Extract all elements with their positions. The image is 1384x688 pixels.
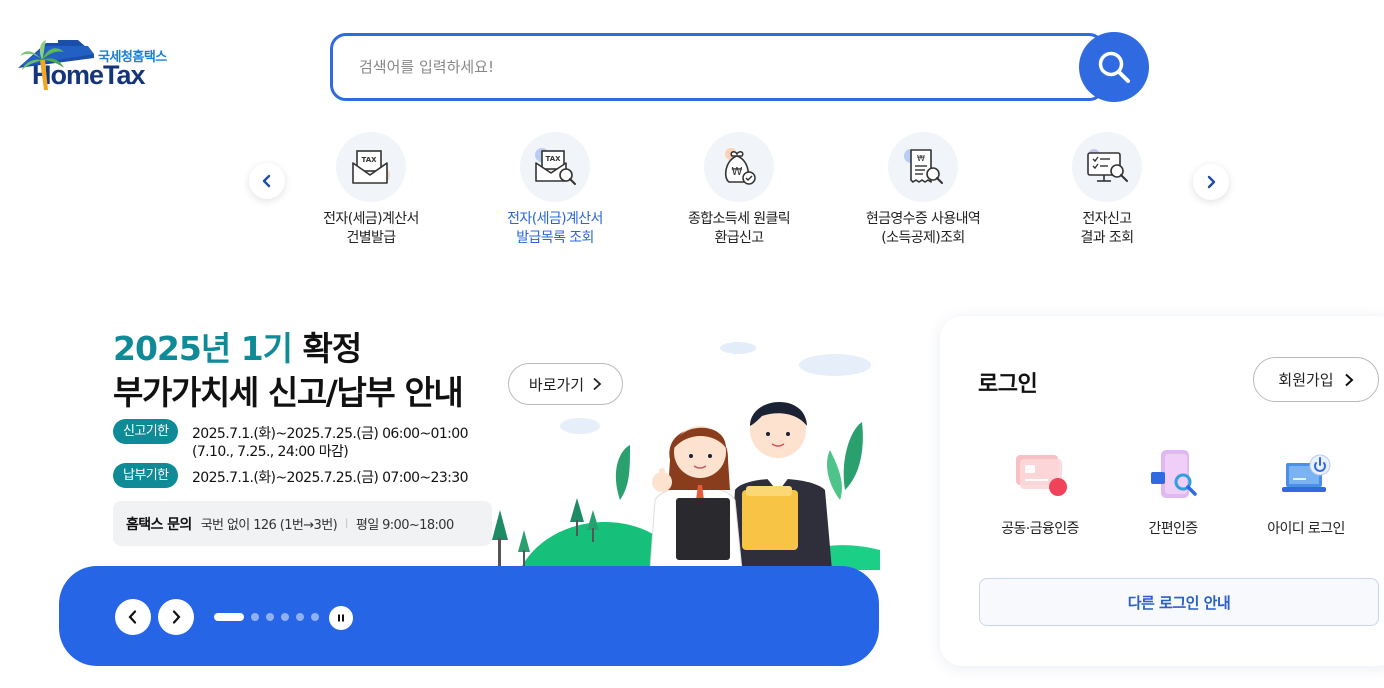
quick-menu-label: 전자(세금)계산서 건별발급 (323, 211, 419, 246)
hometax-inquiry-box: 홈택스 문의 국번 없이 126 (1번→3번) | 평일 9:00~18:00 (113, 501, 492, 546)
certificate-card-icon (1010, 448, 1070, 504)
banner-prev-button[interactable] (115, 599, 151, 635)
svg-text:₩: ₩ (917, 154, 925, 163)
login-option-simple-auth[interactable]: 간편인증 (1108, 448, 1238, 538)
login-option-label: 간편인증 (1148, 521, 1198, 537)
banner-title-rest: 확정 (292, 329, 363, 368)
login-option-label: 아이디 로그인 (1267, 521, 1345, 537)
quick-menu-item-income-refund[interactable]: ₩ 종합소득세 원클릭 환급신고 (654, 132, 824, 248)
receipt-search-icon: ₩ (888, 132, 958, 202)
other-login-guide-button[interactable]: 다른 로그인 안내 (979, 578, 1379, 626)
search-button[interactable] (1079, 32, 1149, 102)
simple-auth-phone-icon (1143, 448, 1203, 504)
search-box (330, 33, 1105, 101)
signup-button[interactable]: 회원가입 (1253, 357, 1379, 402)
filing-deadline-tag: 신고기한 (113, 419, 179, 444)
pagination-dot[interactable] (311, 613, 319, 621)
payment-deadline-text: 2025.7.1.(화)~2025.7.25.(금) 07:00~23:30 (192, 470, 469, 486)
banner-title-line1: 2025년 1기 확정 (113, 322, 363, 370)
quick-menu-item-cash-receipt[interactable]: ₩ 현금영수증 사용내역 (소득공제)조회 (838, 132, 1008, 248)
tax-staff-illustration-icon (492, 342, 880, 570)
inquiry-hours: 평일 9:00~18:00 (355, 518, 454, 533)
search-input[interactable] (333, 36, 1102, 98)
banner-pause-button[interactable] (329, 606, 353, 630)
signup-label: 회원가입 (1278, 371, 1334, 389)
pause-icon (338, 614, 344, 622)
login-option-label: 공동·금융인증 (1001, 521, 1079, 537)
quick-menu-item-invoice-issue[interactable]: TAX 전자(세금)계산서 건별발급 (286, 132, 456, 248)
id-login-laptop-icon (1276, 448, 1336, 504)
login-option-certificate[interactable]: 공동·금융인증 (975, 448, 1105, 538)
pagination-dot[interactable] (281, 613, 289, 621)
login-title: 로그인 (978, 372, 1038, 397)
chevron-left-icon (262, 174, 271, 188)
banner-next-button[interactable] (158, 599, 194, 635)
svg-text:₩: ₩ (732, 165, 743, 178)
quick-menu-label: 전자(세금)계산서 발급목록 조회 (507, 211, 603, 246)
payment-deadline-tag: 납부기한 (113, 463, 179, 488)
quick-menu-item-invoice-list[interactable]: TAX 전자(세금)계산서 발급목록 조회 (470, 132, 640, 248)
pagination-dot[interactable] (296, 613, 304, 621)
svg-text:TAX: TAX (545, 155, 561, 163)
inquiry-phone: 국번 없이 126 (1번→3번) (200, 518, 338, 533)
search-icon (1098, 51, 1130, 83)
quick-menu-item-efiling-result[interactable]: 전자신고 결과 조회 (1022, 132, 1192, 248)
login-option-id[interactable]: 아이디 로그인 (1241, 448, 1371, 538)
hometax-logo[interactable]: 국세청홈택스 HomeTax (18, 40, 238, 100)
banner-title-highlight: 2025년 1기 (113, 329, 293, 368)
chevron-right-icon (172, 610, 181, 624)
quick-menu-prev-button[interactable] (249, 163, 285, 199)
tax-invoice-search-icon: TAX (520, 132, 590, 202)
pagination-dot[interactable] (251, 613, 259, 621)
banner-title-line2: 부가가치세 신고/납부 안내 (113, 373, 464, 412)
chevron-left-icon (128, 610, 137, 624)
quick-menu-label: 전자신고 결과 조회 (1080, 211, 1135, 246)
banner-pagination (214, 613, 319, 621)
quick-menu-label: 현금영수증 사용내역 (소득공제)조회 (865, 211, 981, 246)
quick-menu-label: 종합소득세 원클릭 환급신고 (687, 211, 791, 246)
pagination-dot-active[interactable] (214, 613, 244, 621)
quick-menu-next-button[interactable] (1193, 164, 1229, 200)
svg-text:TAX: TAX (361, 156, 377, 164)
monitor-checklist-icon (1072, 132, 1142, 202)
divider: | (345, 518, 348, 529)
filing-deadline-text: 2025.7.1.(화)~2025.7.25.(금) 06:00~01:00 (192, 426, 469, 442)
pagination-dot[interactable] (266, 613, 274, 621)
tax-invoice-mail-icon: TAX (336, 132, 406, 202)
chevron-right-icon (1207, 175, 1216, 189)
inquiry-title: 홈택스 문의 (126, 516, 192, 533)
won-refund-bag-icon: ₩ (704, 132, 774, 202)
filing-deadline-note: (7.10., 7.25., 24:00 마감) (192, 444, 349, 460)
palm-tree-icon (20, 40, 64, 90)
chevron-right-icon (1344, 373, 1354, 386)
banner-illustration (480, 330, 880, 570)
